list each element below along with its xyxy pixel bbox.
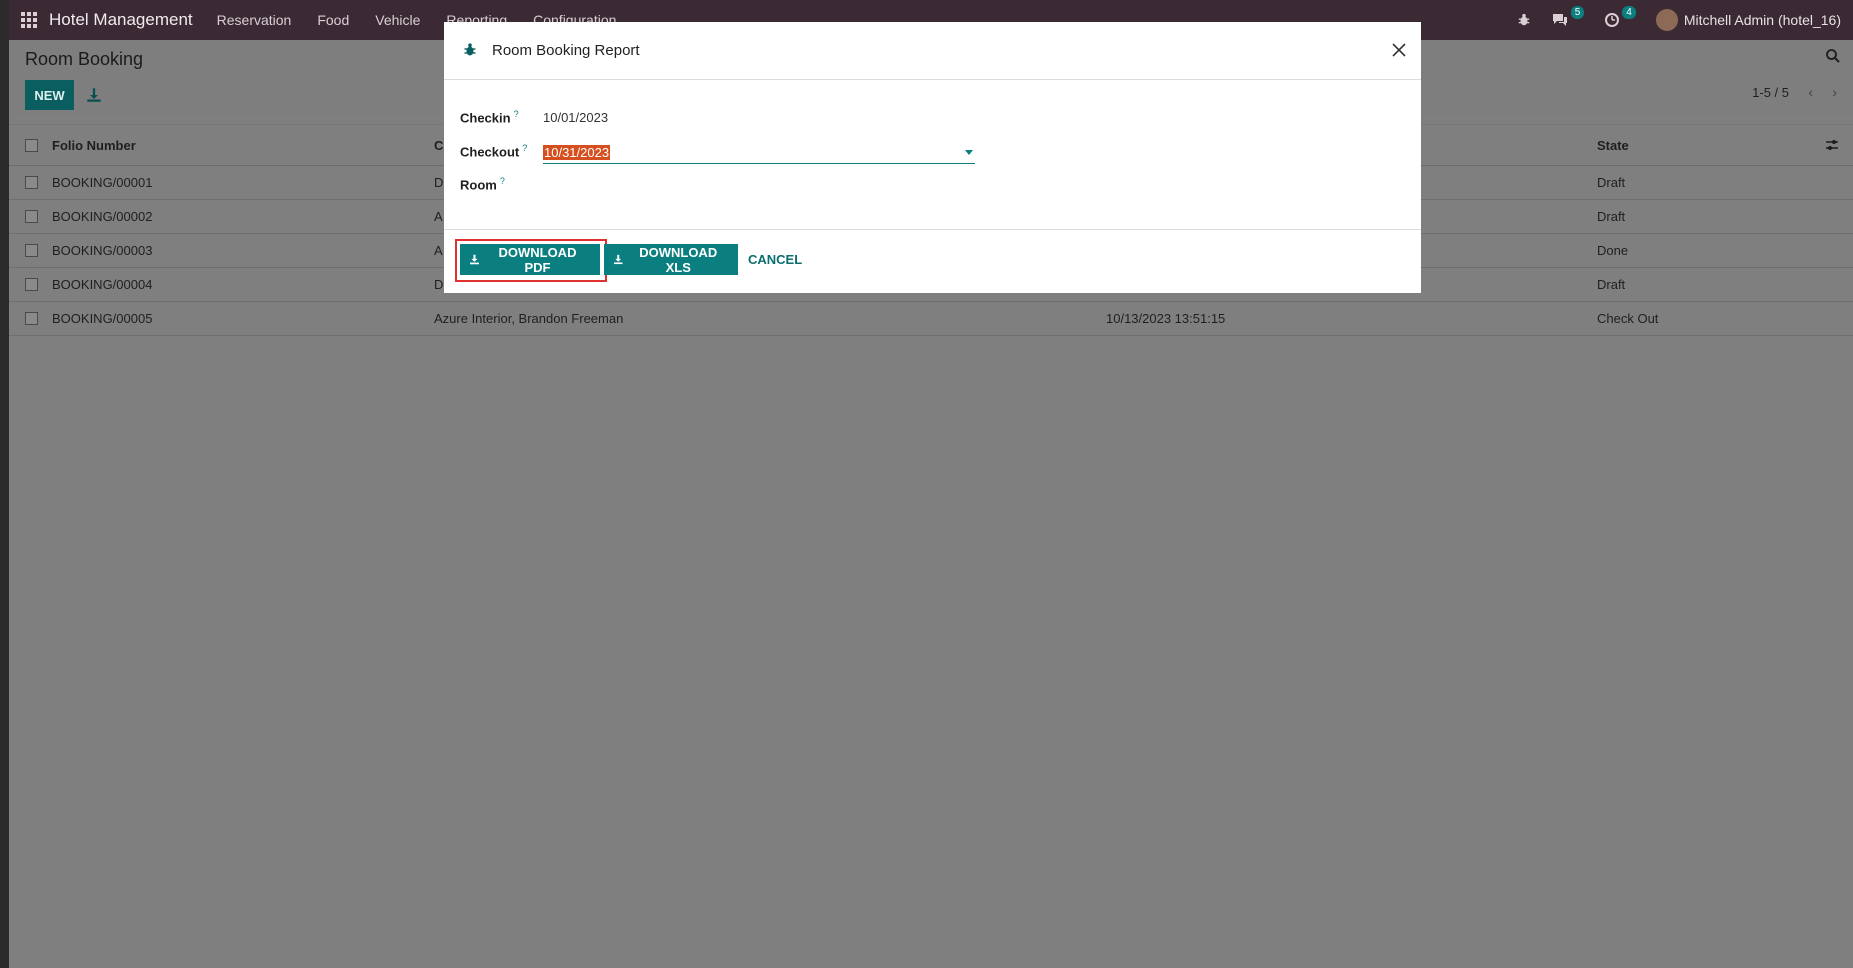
download-pdf-button[interactable]: DOWNLOAD PDF (460, 244, 600, 275)
cancel-button[interactable]: CANCEL (748, 252, 802, 267)
debug-bug-icon[interactable] (1517, 13, 1531, 27)
row-checkbox[interactable] (25, 176, 38, 189)
navbar-systray: 5 4 Mitchell Admin (hotel_16) (1517, 6, 1841, 31)
user-name: Mitchell Admin (hotel_16) (1683, 12, 1841, 28)
download-xls-label: DOWNLOAD XLS (639, 244, 718, 275)
pager-next-button[interactable]: › (1832, 84, 1837, 100)
row-checkbox[interactable] (25, 312, 38, 325)
close-icon[interactable] (1389, 40, 1409, 60)
folio-number-cell: BOOKING/00002 (52, 209, 153, 224)
folio-number-cell: BOOKING/00003 (52, 243, 153, 258)
app-brand[interactable]: Hotel Management (49, 10, 193, 30)
dialog-footer: DOWNLOAD PDF DOWNLOAD XLS CANCEL (444, 230, 1421, 292)
search-icon[interactable] (1825, 48, 1841, 64)
checkout-date-input[interactable]: 10/31/2023 (543, 142, 975, 164)
row-checkbox[interactable] (25, 278, 38, 291)
checkin-label-text: Checkin (460, 110, 511, 126)
customer-cell: Azure Interior, Brandon Freeman (434, 311, 624, 326)
chat-icon (1552, 14, 1567, 26)
download-icon (613, 254, 623, 265)
state-cell: Done (1597, 243, 1629, 258)
download-xls-button[interactable]: DOWNLOAD XLS (604, 244, 738, 275)
checkin-value[interactable]: 10/01/2023 (543, 110, 608, 125)
select-all-checkbox[interactable] (25, 138, 38, 152)
bug-icon[interactable] (462, 42, 478, 58)
state-cell: Check Out (1597, 311, 1659, 326)
room-booking-report-dialog: Room Booking Report Checkin? 10/01/2023 … (444, 22, 1421, 293)
dialog-title: Room Booking Report (492, 42, 640, 59)
menu-food[interactable]: Food (317, 12, 349, 28)
folio-number-cell: BOOKING/00001 (52, 175, 153, 190)
menu-reservation[interactable]: Reservation (217, 12, 292, 28)
pager-previous-button[interactable]: ‹ (1808, 84, 1813, 100)
room-label: Room? (460, 176, 505, 192)
column-state[interactable]: State (1597, 138, 1629, 153)
checkout-label: Checkout? (460, 143, 527, 159)
table-row[interactable]: BOOKING/00005 Azure Interior, Brandon Fr… (9, 302, 1853, 336)
new-button[interactable]: NEW (25, 80, 74, 110)
checkin-label: Checkin? (460, 109, 519, 125)
activities-button[interactable]: 4 (1604, 6, 1636, 28)
avatar (1655, 9, 1678, 31)
dialog-body: Checkin? 10/01/2023 Checkout? 10/31/2023… (444, 80, 1421, 230)
chevron-down-icon[interactable] (965, 150, 973, 155)
download-icon[interactable] (85, 86, 103, 104)
checkout-label-text: Checkout (460, 144, 520, 160)
row-checkbox[interactable] (25, 210, 38, 223)
desktop-edge (0, 0, 9, 968)
help-tooltip-icon[interactable]: ? (514, 109, 519, 119)
folio-number-cell: BOOKING/00005 (52, 311, 153, 326)
clock-icon (1605, 13, 1620, 27)
customer-cell: D (434, 175, 444, 190)
column-folio-number[interactable]: Folio Number (52, 138, 136, 153)
download-pdf-label: DOWNLOAD PDF (498, 244, 577, 275)
date-cell: 10/13/2023 13:51:15 (1106, 311, 1226, 326)
activities-count-badge: 4 (1622, 6, 1636, 19)
help-tooltip-icon[interactable]: ? (500, 176, 505, 186)
state-cell: Draft (1597, 175, 1626, 190)
messages-button[interactable]: 5 (1551, 6, 1585, 28)
optional-columns-icon[interactable] (1825, 138, 1839, 152)
user-menu[interactable]: Mitchell Admin (hotel_16) (1655, 9, 1841, 31)
room-label-text: Room (460, 177, 497, 193)
customer-cell: A (434, 209, 443, 224)
folio-number-cell: BOOKING/00004 (52, 277, 153, 292)
app-grid-icon[interactable] (21, 12, 37, 28)
column-customer[interactable]: C (434, 138, 443, 153)
customer-cell: D (434, 277, 444, 292)
state-cell: Draft (1597, 209, 1626, 224)
messages-count-badge: 5 (1570, 6, 1585, 19)
breadcrumb: Room Booking (25, 49, 144, 69)
menu-vehicle[interactable]: Vehicle (375, 12, 420, 28)
pager-value[interactable]: 1-5 / 5 (1752, 85, 1789, 100)
state-cell: Draft (1597, 277, 1626, 292)
checkout-selected-text: 10/31/2023 (543, 145, 611, 160)
row-checkbox[interactable] (25, 244, 38, 257)
download-icon (470, 254, 479, 265)
help-tooltip-icon[interactable]: ? (522, 143, 527, 153)
customer-cell: A (434, 243, 443, 258)
dialog-header: Room Booking Report (444, 22, 1421, 80)
